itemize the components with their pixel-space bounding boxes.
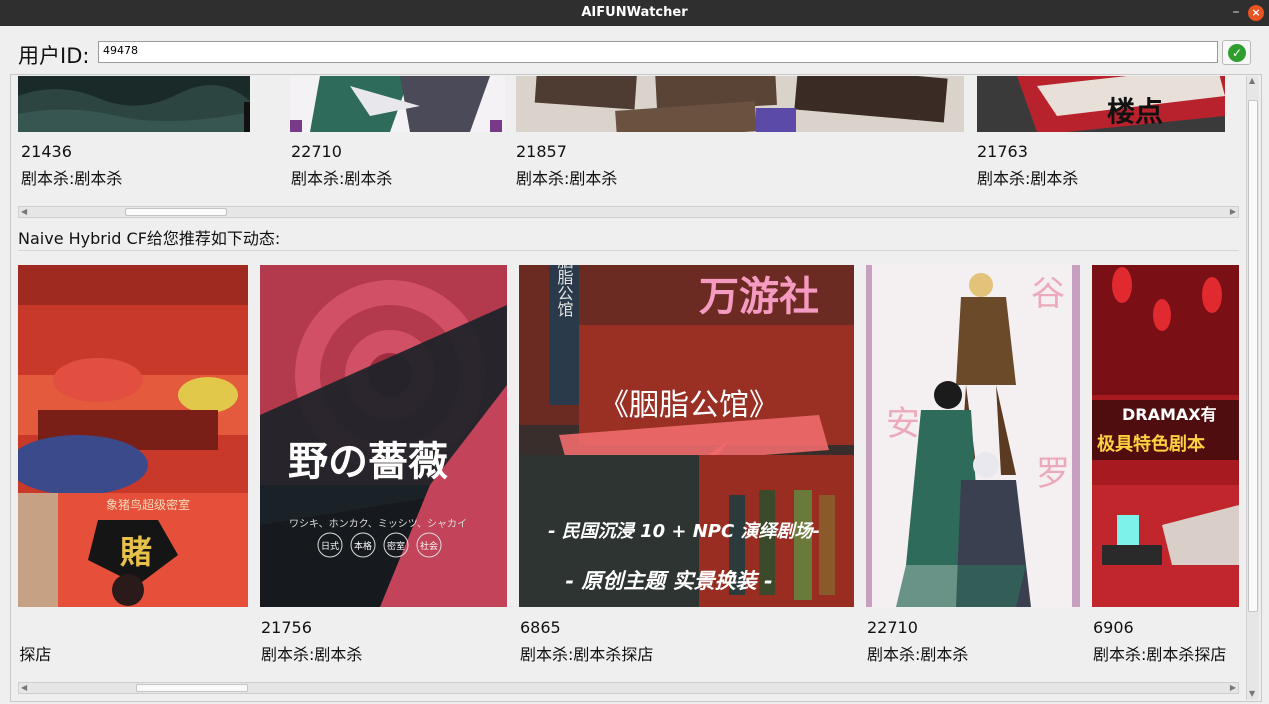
item-thumbnail[interactable]: 谷 安 罗 <box>866 265 1080 607</box>
poster-line: - 民国沉浸 10 + NPC 演绎剧场- <box>548 521 820 542</box>
item-thumbnail[interactable]: 象猪鸟超级密室 賭 <box>18 265 248 607</box>
poster-badge: 密室 <box>387 540 405 552</box>
window-titlebar: AIFUNWatcher – × <box>0 0 1269 26</box>
recommendation-title: Naive Hybrid CF给您推荐如下动态: <box>18 229 281 248</box>
item-id: 21756 <box>261 618 312 637</box>
item-tag: 剧本杀:剧本杀 <box>291 169 393 188</box>
scroll-down-icon[interactable]: ▼ <box>1249 689 1255 698</box>
poster-subtitle: ワシキ、ホンカク、ミッシツ、シャカイ <box>289 518 467 530</box>
scroll-left-icon[interactable]: ◀ <box>21 683 27 693</box>
svg-text:谷: 谷 <box>1031 274 1065 314</box>
scrollbar-thumb[interactable] <box>125 208 227 216</box>
item-thumbnail[interactable]: 楼点 <box>977 76 1225 132</box>
recommendation-row: 象猪鸟超级密室 賭 野の薔薇 ワシキ、ホンカク、ミッシツ、シャカイ 日式 本格 <box>18 250 1239 682</box>
poster-title: 野の薔薇 <box>288 438 448 485</box>
item-id: 22710 <box>867 618 918 637</box>
item-thumbnail[interactable] <box>516 76 964 132</box>
svg-text:安: 安 <box>886 404 920 444</box>
minimize-button[interactable]: – <box>1227 4 1245 22</box>
top-row-horizontal-scrollbar[interactable]: ◀ ▶ <box>18 206 1239 218</box>
scrollbar-thumb[interactable] <box>136 684 248 692</box>
scroll-right-icon[interactable]: ▶ <box>1230 207 1236 217</box>
item-thumbnail[interactable]: 胭脂公馆 万游社 《胭脂公馆》 - 民国沉浸 10 + NPC 演绎剧场- - … <box>519 265 854 607</box>
close-button[interactable]: × <box>1248 5 1264 21</box>
vertical-scrollbar[interactable]: ▲ ▼ <box>1246 76 1259 700</box>
svg-text:罗: 罗 <box>1036 454 1070 494</box>
poster-line: 极具特色剧本 <box>1097 433 1205 455</box>
item-thumbnail[interactable]: DRAMAX有 极具特色剧本 <box>1092 265 1239 607</box>
item-thumbnail[interactable]: 野の薔薇 ワシキ、ホンカク、ミッシツ、シャカイ 日式 本格 密室 社会 <box>260 265 507 607</box>
item-id: 21436 <box>21 142 72 161</box>
poster-name: 《胭脂公馆》 <box>599 388 779 423</box>
user-id-label: 用户ID: <box>18 44 90 68</box>
poster-badge: 日式 <box>321 540 339 552</box>
item-id: 22710 <box>291 142 342 161</box>
item-tag: 剧本杀:剧本杀探店 <box>520 645 654 664</box>
item-id: 6906 <box>1093 618 1134 637</box>
poster-caption: 象猪鸟超级密室 <box>106 497 190 512</box>
item-tag: 剧本杀:剧本杀 <box>261 645 363 664</box>
item-tag: 剧本杀:剧本杀 <box>21 169 123 188</box>
top-item-row: 楼点 21436 剧本杀:剧本杀 22710 剧本杀:剧本杀 21857 剧本杀… <box>18 76 1238 206</box>
poster-badge: 社会 <box>420 540 438 552</box>
poster-sign: 胭脂公馆 <box>555 265 574 317</box>
item-id: 21857 <box>516 142 567 161</box>
item-id: 21763 <box>977 142 1028 161</box>
item-tag: 剧本杀:剧本杀 <box>867 645 969 664</box>
poster-title: 楼点 <box>1107 95 1163 128</box>
item-tag: 剧本杀:剧本杀探店 <box>1093 645 1227 664</box>
check-circle-icon: ✓ <box>1228 44 1246 62</box>
item-tag: :探店 <box>18 645 52 664</box>
poster-badge: 本格 <box>354 540 372 552</box>
item-thumbnail[interactable] <box>290 76 505 132</box>
item-thumbnail[interactable] <box>18 76 250 132</box>
scroll-up-icon[interactable]: ▲ <box>1249 76 1255 85</box>
poster-line: - 原创主题 实景换装 - <box>565 569 772 593</box>
poster-brand: 万游社 <box>699 274 819 320</box>
window-title: AIFUNWatcher <box>581 5 688 20</box>
scroll-left-icon[interactable]: ◀ <box>21 207 27 217</box>
poster-line: DRAMAX有 <box>1122 405 1217 424</box>
scrollbar-thumb[interactable] <box>1248 100 1258 612</box>
scroll-right-icon[interactable]: ▶ <box>1230 683 1236 693</box>
item-id: 6865 <box>520 618 561 637</box>
user-id-input[interactable]: 49478 <box>98 41 1218 63</box>
confirm-button[interactable]: ✓ <box>1222 40 1251 65</box>
recommendation-horizontal-scrollbar[interactable]: ◀ ▶ <box>18 682 1239 694</box>
poster-big-char: 賭 <box>120 533 152 571</box>
item-tag: 剧本杀:剧本杀 <box>516 169 618 188</box>
item-tag: 剧本杀:剧本杀 <box>977 169 1079 188</box>
